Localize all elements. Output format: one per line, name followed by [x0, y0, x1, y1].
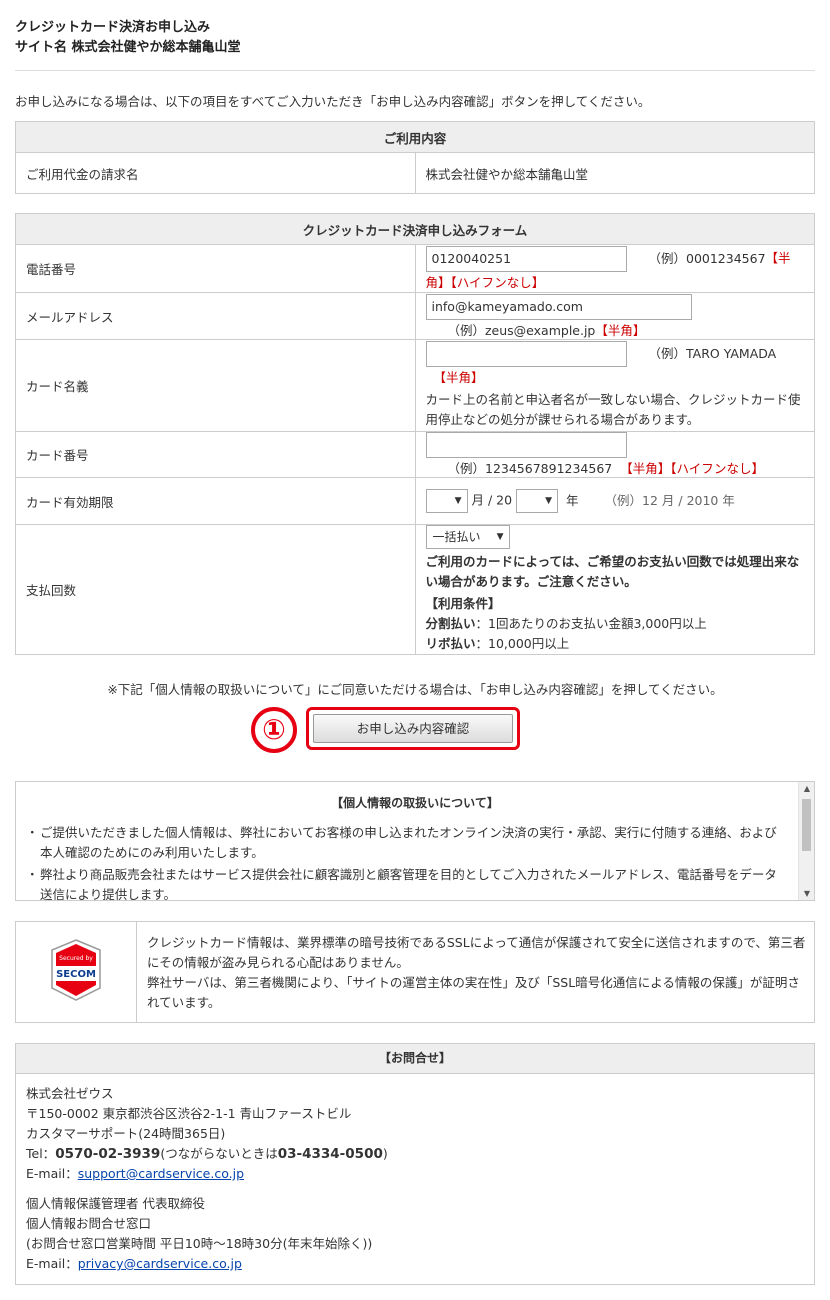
payment-form-table: クレジットカード決済申し込みフォーム 電話番号 0120040251 （例）000…	[15, 213, 815, 655]
installment-label: 分割払い	[425, 616, 476, 631]
card-name-example: （例）TARO YAMADA	[648, 345, 777, 361]
chevron-down-icon: ▼	[454, 496, 462, 506]
card-number-example: （例）1234567891234567	[447, 461, 613, 476]
chevron-down-icon: ▼	[545, 496, 553, 506]
revolving-label: リボ払い	[425, 636, 476, 651]
card-name-note: カード上の名前と申込者名が一致しない場合、クレジットカード使用停止などの処分が課…	[425, 392, 801, 427]
email-tag-halfwidth: 【半角】	[595, 322, 646, 338]
contact-body: 株式会社ゼウス 〒150-0002 東京都渋谷区渋谷2-1-1 青山ファーストビ…	[16, 1074, 814, 1274]
tel-mid: (つながらないときは	[160, 1146, 278, 1161]
expiry-label: カード有効期限	[15, 477, 416, 525]
card-name-tag-halfwidth: 【半角】	[433, 370, 484, 385]
ssl-info-box: Secured by SECOM クレジットカード情報は、業界標準の暗号技術であ…	[15, 921, 815, 1023]
card-number-label: カード番号	[15, 431, 416, 478]
contact-company: 株式会社ゼウス	[26, 1086, 114, 1101]
scroll-thumb[interactable]	[802, 799, 811, 851]
email-input[interactable]: info@kameyamado.com	[425, 293, 692, 320]
card-number-tag-no-hyphen: 【ハイフンなし】	[670, 461, 765, 476]
payment-warning: ご利用のカードによっては、ご希望のお支払い回数では処理出来ない場合があります。ご…	[425, 554, 800, 589]
expiry-example: （例）12 月 / 2010 年	[604, 492, 735, 508]
intro-text: お申し込みになる場合は、以下の項目をすべてご入力いただき「お申し込み内容確認」ボ…	[15, 94, 651, 109]
revolving-text: ：10,000円以上	[475, 636, 570, 651]
usage-table: ご利用内容 ご利用代金の請求名 株式会社健やか総本舗亀山堂	[15, 121, 815, 194]
contact-caption: 【お問合せ】	[16, 1044, 814, 1074]
chevron-down-icon: ▼	[496, 532, 504, 542]
tel-alt: 03-4334-0500	[277, 1146, 383, 1162]
email-example: （例）zeus@example.jp	[447, 322, 596, 338]
support-email-link[interactable]: support@cardservice.co.jp	[78, 1166, 244, 1181]
secom-seal-caption: Secured by	[59, 955, 93, 962]
page-header: クレジットカード決済お申し込み サイト名 株式会社健やか総本舗亀山堂	[15, 18, 815, 58]
card-number-input[interactable]	[425, 432, 627, 458]
contact-address: 〒150-0002 東京都渋谷区渋谷2-1-1 青山ファーストビル	[26, 1106, 352, 1121]
form-caption: クレジットカード決済申し込みフォーム	[15, 213, 815, 245]
phone-tag-no-hyphen: 【ハイフンなし】	[450, 275, 545, 290]
privacy-box[interactable]: 【個人情報の取扱いについて】 ご提供いただきました個人情報は、弊社においてお客様…	[15, 781, 815, 901]
phone-label: 電話番号	[15, 244, 416, 293]
ssl-text: クレジットカード情報は、業界標準の暗号技術であるSSLによって通信が保護されて安…	[147, 933, 807, 1013]
expiry-month-suffix: 月 / 20	[471, 492, 513, 508]
installment-condition: 分割払い：1回あたりのお支払い金額3,000円以上	[426, 614, 805, 634]
confirm-button[interactable]: お申し込み内容確認	[313, 714, 513, 743]
payment-label: 支払回数	[15, 524, 416, 655]
expiry-year-suffix: 年	[566, 492, 579, 508]
ssl-line-1: クレジットカード情報は、業界標準の暗号技術であるSSLによって通信が保護されて安…	[147, 935, 806, 970]
billing-name-value: 株式会社健やか総本舗亀山堂	[414, 152, 815, 194]
email-label: メールアドレス	[15, 292, 416, 340]
privacy-manager: 個人情報保護管理者 代表取締役	[26, 1196, 205, 1211]
confirm-button-highlight: お申し込み内容確認	[306, 707, 520, 750]
privacy-hours: (お問合せ窓口営業時間 平日10時～18時30分(年末年始除く))	[26, 1236, 373, 1251]
contact-tel: Tel：0570-02-3939(つながらないときは03-4334-0500)	[26, 1144, 804, 1164]
header-divider	[15, 70, 815, 71]
privacy-item: ご提供いただきました個人情報は、弊社においてお客様の申し込まれたオンライン決済の…	[26, 823, 784, 863]
privacy-title: 【個人情報の取扱いについて】	[331, 796, 499, 810]
tel-main: 0570-02-3939	[55, 1146, 161, 1162]
usage-caption: ご利用内容	[15, 121, 815, 153]
phone-input[interactable]: 0120040251	[425, 246, 627, 272]
secom-seal-icon: Secured by SECOM	[51, 939, 101, 1001]
payment-count-select[interactable]: 一括払い ▼	[425, 525, 510, 549]
consent-text: ※下記「個人情報の取扱いについて」にご同意いただける場合は、「お申し込み内容確認…	[107, 682, 723, 697]
contact-support-hours: カスタマーサポート(24時間365日)	[26, 1126, 226, 1141]
payment-count-selected: 一括払い	[432, 530, 481, 544]
page-title: クレジットカード決済お申し込み	[15, 20, 211, 35]
privacy-desk: 個人情報お問合せ窓口	[26, 1216, 152, 1231]
contact-box: 【お問合せ】 株式会社ゼウス 〒150-0002 東京都渋谷区渋谷2-1-1 青…	[15, 1043, 815, 1285]
card-number-tag-halfwidth: 【半角】	[620, 461, 671, 476]
expiry-month-select[interactable]: ▼	[425, 489, 468, 513]
revolving-condition: リボ払い：10,000円以上	[426, 634, 805, 654]
secom-logo-text: SECOM	[56, 969, 96, 980]
installment-text: ：1回あたりのお支払い金額3,000円以上	[475, 616, 707, 631]
site-name: サイト名 株式会社健やか総本舗亀山堂	[15, 40, 241, 55]
privacy-email: E-mail：privacy@cardservice.co.jp	[26, 1254, 804, 1274]
email-prefix: E-mail：	[26, 1166, 78, 1181]
privacy-email-link[interactable]: privacy@cardservice.co.jp	[78, 1256, 242, 1271]
card-name-label: カード名義	[15, 339, 416, 432]
expiry-year-select[interactable]: ▼	[516, 489, 559, 513]
tel-prefix: Tel：	[26, 1146, 56, 1161]
scroll-down-icon[interactable]: ▼	[799, 889, 814, 898]
privacy-item: 弊社より商品販売会社またはサービス提供会社に顧客識別と顧客管理を目的としてご入力…	[26, 865, 784, 900]
conditions-title: 【利用条件】	[425, 596, 501, 611]
ssl-line-2: 弊社サーバは、第三者機関により、「サイトの運営主体の実在性」及び「SSL暗号化通…	[147, 975, 800, 1010]
contact-email: E-mail：support@cardservice.co.jp	[26, 1164, 804, 1184]
scroll-up-icon[interactable]: ▲	[799, 784, 814, 793]
privacy-email-prefix: E-mail：	[26, 1256, 78, 1271]
tel-suffix: )	[382, 1146, 388, 1161]
step-marker: ①	[251, 707, 297, 753]
privacy-scrollbar[interactable]: ▲ ▼	[798, 782, 814, 900]
privacy-list: ご提供いただきました個人情報は、弊社においてお客様の申し込まれたオンライン決済の…	[26, 823, 784, 900]
billing-name-label: ご利用代金の請求名	[15, 152, 416, 194]
ssl-logo-cell: Secured by SECOM	[16, 922, 137, 1022]
phone-example: （例）0001234567	[648, 250, 766, 266]
card-name-input[interactable]	[425, 341, 627, 367]
